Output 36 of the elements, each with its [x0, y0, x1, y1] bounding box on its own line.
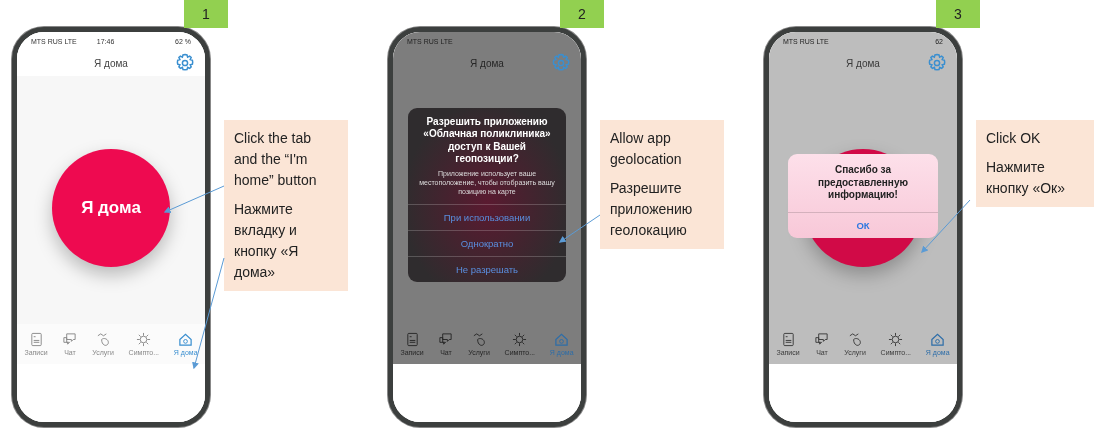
step-number-badge: 2: [560, 0, 604, 28]
screen-title: Я дома: [470, 57, 504, 69]
settings-icon[interactable]: [927, 53, 947, 73]
dialog-action-button[interactable]: Не разрешать: [408, 256, 566, 283]
dialog-action-button[interactable]: При использовании: [408, 204, 566, 231]
home-button[interactable]: Я дома: [52, 149, 170, 267]
leader-line: [163, 185, 225, 213]
callout-text: Разрешите приложению геолокацию: [610, 179, 694, 240]
document-icon: [404, 332, 420, 347]
dialog-action-button[interactable]: Однократно: [408, 230, 566, 257]
screen-title: Я дома: [94, 57, 128, 69]
step-number-badge: 1: [184, 0, 228, 28]
callout-text: Click OK: [986, 129, 1042, 148]
dialog-action-button[interactable]: ОК: [788, 211, 938, 238]
leader-line: [558, 214, 601, 243]
settings-icon[interactable]: [175, 53, 195, 73]
callout-text: Нажмите кнопку «Ок»: [986, 158, 1066, 198]
callout-text: Click the tab and the “I'm home” button: [234, 129, 318, 190]
leader-line: [921, 199, 971, 254]
chat-icon: [62, 332, 78, 347]
document-icon: [780, 332, 796, 347]
document-icon: [28, 332, 44, 347]
chat-icon: [438, 332, 454, 347]
virus-icon: [512, 332, 528, 347]
virus-icon: [136, 332, 152, 347]
screen-title: Я дома: [846, 57, 880, 69]
dialog-title: Разрешить приложению «Облачная поликлиника» доступ к Вашей геопозиции?: [422, 115, 552, 166]
home-icon: [178, 332, 194, 347]
home-icon: [930, 332, 946, 347]
step-number-badge: 3: [936, 0, 980, 28]
virus-icon: [888, 332, 904, 347]
dialog-title: Спасибо за предоставленную информацию!: [816, 164, 909, 203]
chat-icon: [814, 332, 830, 347]
callout-text: Allow app geolocation: [610, 129, 683, 169]
home-icon: [554, 332, 570, 347]
callout-text: Нажмите вкладку и кнопку «Я дома»: [234, 200, 300, 282]
